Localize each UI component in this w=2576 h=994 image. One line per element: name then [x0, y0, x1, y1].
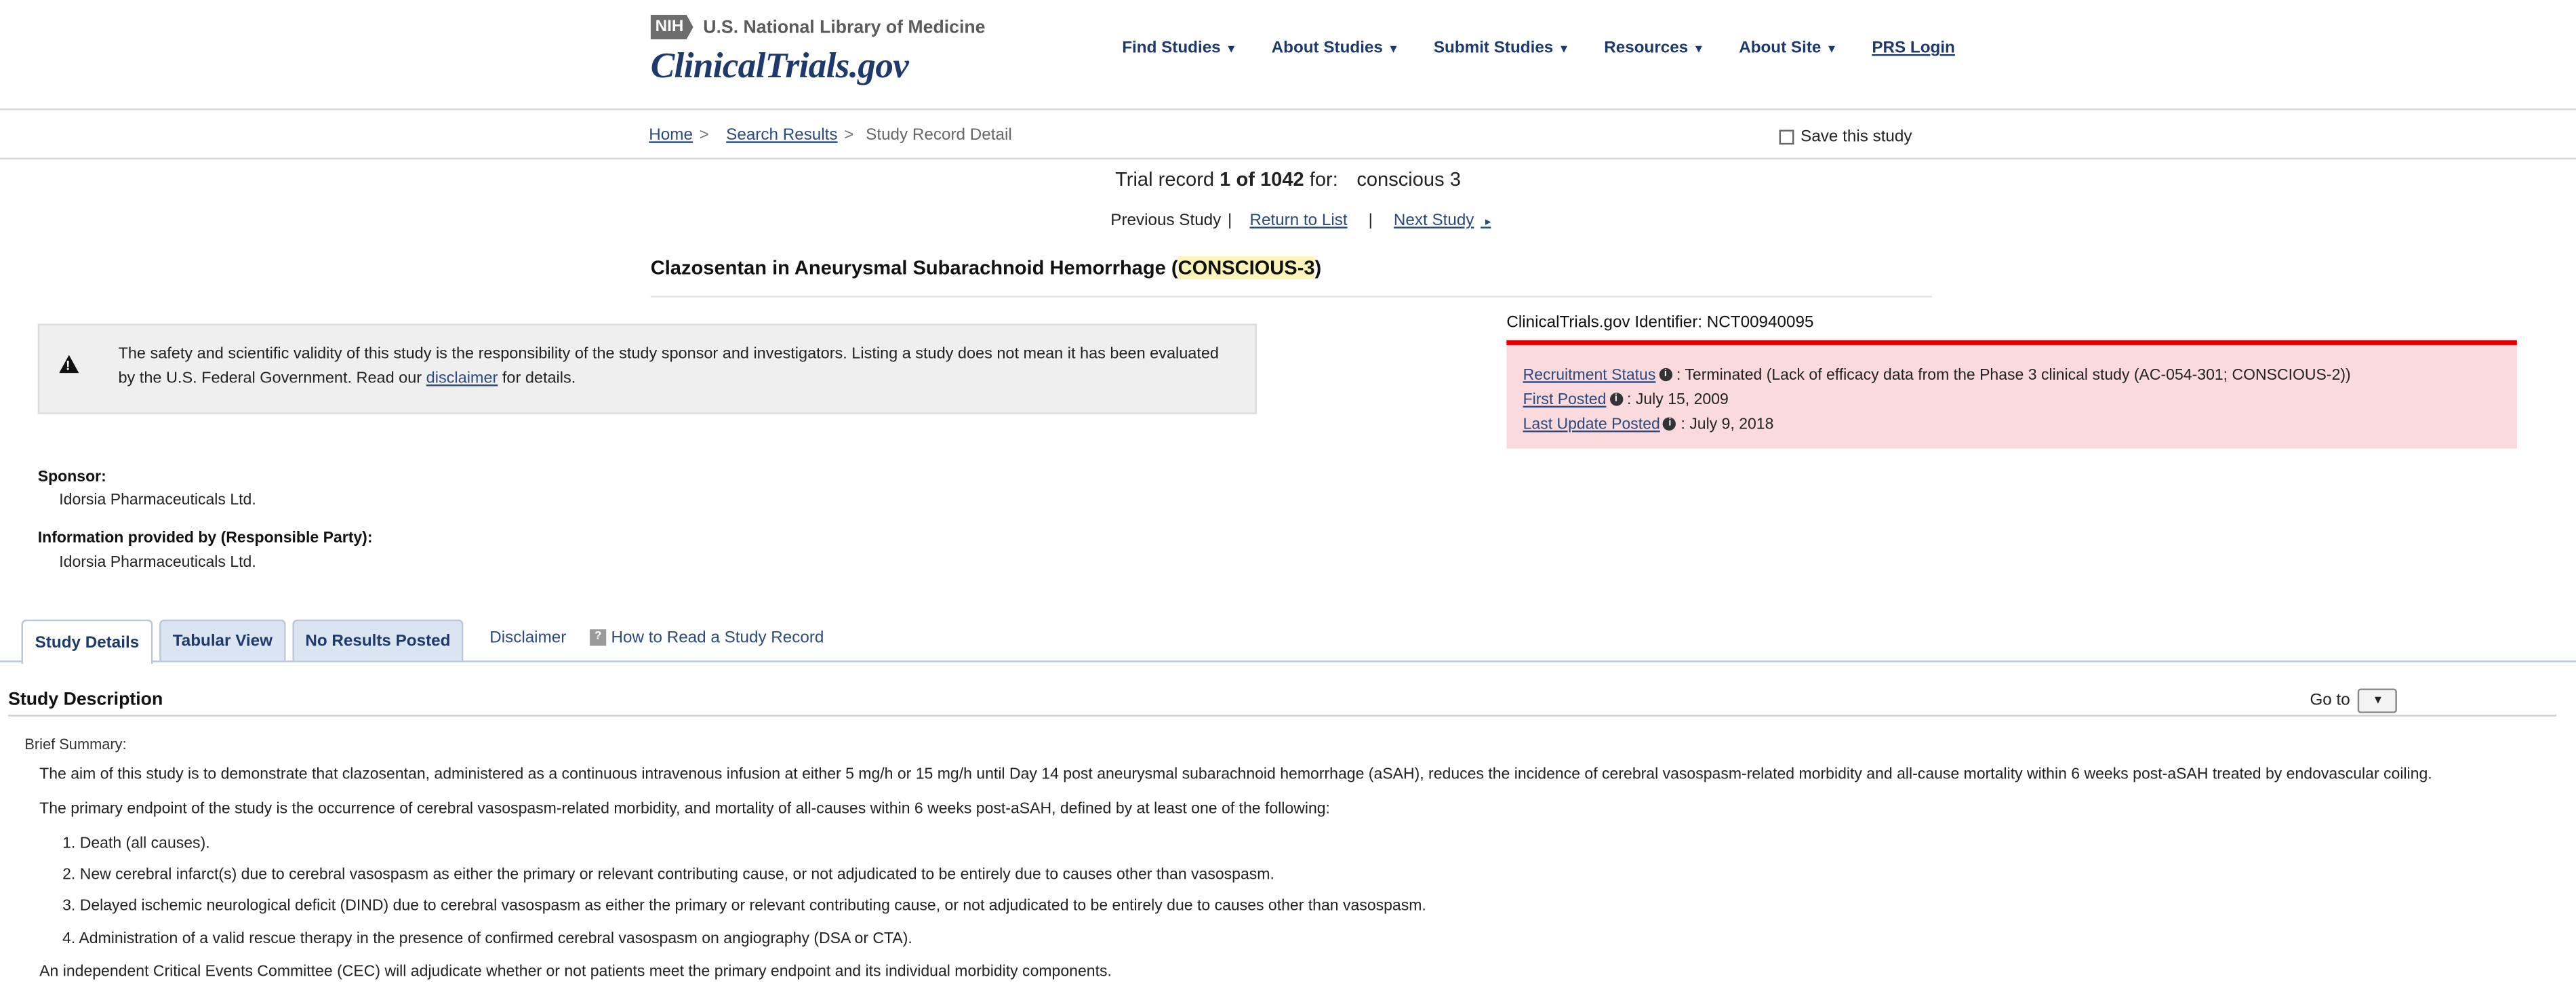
breadcrumb-home[interactable]: Home	[649, 127, 693, 145]
study-identifier: ClinicalTrials.gov Identifier: NCT009400…	[1506, 313, 1814, 332]
section-divider	[8, 715, 2556, 717]
tabs-divider	[0, 660, 2576, 662]
nav-resources[interactable]: Resources ▼	[1604, 39, 1704, 58]
info-icon[interactable]: i	[1609, 393, 1623, 407]
list-item: 1. Death (all causes).	[62, 835, 210, 853]
warning-icon	[59, 355, 79, 374]
caret-down-icon: ▼	[1388, 44, 1399, 56]
trial-record-line: Trial record 1 of 1042 for: conscious 3	[0, 167, 2576, 191]
return-to-list-link[interactable]: Return to List	[1249, 212, 1347, 231]
info-icon[interactable]: i	[1659, 369, 1672, 382]
responsible-party-label: Information provided by (Responsible Par…	[37, 529, 373, 548]
status-box: Recruitment Status i : Terminated (Lack o…	[1506, 340, 2517, 449]
disclaimer-link[interactable]: disclaimer	[426, 370, 498, 388]
caret-down-icon: ▼	[1558, 44, 1570, 56]
how-to-read-link[interactable]: ? How to Read a Study Record	[590, 629, 824, 648]
list-item: 4. Administration of a valid rescue ther…	[62, 930, 912, 949]
summary-paragraph: An independent Critical Events Committee…	[39, 963, 1112, 981]
previous-study: Previous Study	[1110, 212, 1222, 231]
study-title: Clazosentan in Aneurysmal Subarachnoid H…	[650, 256, 1322, 279]
recruitment-status: Recruitment Status i : Terminated (Lack o…	[1523, 366, 2351, 385]
disclaimer-box: The safety and scientific validity of th…	[37, 323, 1257, 414]
breadcrumb: Home > Search Results > Study Record Detai…	[0, 108, 2576, 160]
search-highlight: CONSCIOUS-3	[1178, 256, 1315, 279]
tab-study-details[interactable]: Study Details	[21, 619, 153, 664]
nav-about-studies[interactable]: About Studies ▼	[1272, 39, 1399, 58]
caret-down-icon: ▼	[1225, 44, 1237, 56]
responsible-party-value: Idorsia Pharmaceuticals Ltd.	[59, 553, 256, 572]
save-study-label: Save this study	[1800, 128, 1912, 146]
brief-summary-label: Brief Summary:	[24, 736, 127, 753]
info-icon[interactable]: i	[1663, 418, 1677, 432]
sponsor-value: Idorsia Pharmaceuticals Ltd.	[59, 491, 256, 510]
nih-name: U.S. National Library of Medicine	[703, 17, 986, 37]
site-logo[interactable]: ClinicalTrials.gov	[651, 44, 909, 87]
next-study-link[interactable]: Next Study ▸	[1394, 212, 1497, 231]
help-icon: ?	[590, 630, 607, 647]
trial-record-position: 1 of 1042	[1220, 167, 1304, 191]
breadcrumb-current: Study Record Detail	[866, 126, 1012, 145]
nih-logo-icon: NIH	[650, 14, 693, 40]
recruitment-status-link[interactable]: Recruitment Status	[1523, 366, 1656, 384]
site-header: NIH U.S. National Library of Medicine Cl…	[0, 0, 2576, 111]
list-item: 2. New cerebral infarct(s) due to cerebr…	[62, 866, 1274, 884]
nih-branding[interactable]: NIH U.S. National Library of Medicine	[650, 14, 986, 40]
first-posted: First Posted i : July 15, 2009	[1523, 391, 1729, 410]
breadcrumb-search-results[interactable]: Search Results	[726, 127, 837, 145]
section-title: Study Description	[8, 690, 163, 710]
nav-about-site[interactable]: About Site ▼	[1739, 39, 1837, 58]
breadcrumb-separator: >	[844, 126, 854, 145]
first-posted-link[interactable]: First Posted	[1523, 391, 1607, 410]
prs-login-link[interactable]: PRS Login	[1872, 39, 1955, 58]
tab-tabular-view[interactable]: Tabular View	[159, 619, 286, 661]
nct-number: NCT00940095	[1706, 313, 1814, 332]
search-term: conscious 3	[1356, 167, 1461, 191]
trial-record-prefix: Trial record	[1115, 167, 1215, 191]
goto-menu: Go to ▼	[2310, 688, 2398, 713]
tab-no-results-posted[interactable]: No Results Posted	[292, 619, 464, 661]
summary-paragraph: The primary endpoint of the study is the…	[39, 800, 1330, 818]
nav-find-studies[interactable]: Find Studies ▼	[1122, 39, 1236, 58]
save-study[interactable]: Save this study	[1779, 128, 1912, 146]
tab-disclaimer[interactable]: Disclaimer	[489, 629, 566, 648]
save-study-checkbox[interactable]	[1779, 130, 1794, 145]
caret-down-icon: ▼	[1826, 44, 1838, 56]
top-nav: Find Studies ▼ About Studies ▼ Submit Stud…	[1122, 39, 1990, 58]
sponsor-label: Sponsor:	[37, 468, 106, 487]
last-update-link[interactable]: Last Update Posted	[1523, 416, 1660, 434]
list-item: 3. Delayed ischemic neurological deficit…	[62, 897, 1426, 915]
next-arrow-icon: ▸	[1485, 216, 1491, 228]
divider	[650, 296, 1933, 298]
last-update-posted: Last Update Posted i : July 9, 2018	[1523, 416, 1774, 434]
goto-dropdown-button[interactable]: ▼	[2358, 688, 2398, 713]
goto-label: Go to	[2310, 692, 2350, 710]
caret-down-icon: ▼	[1693, 44, 1705, 56]
breadcrumb-separator: >	[699, 126, 709, 145]
study-pager: Previous Study | Return to List | Next St…	[1110, 212, 1497, 231]
nav-submit-studies[interactable]: Submit Studies ▼	[1434, 39, 1570, 58]
summary-paragraph: The aim of this study is to demonstrate …	[39, 766, 2432, 784]
trial-record-for: for:	[1309, 167, 1338, 191]
disclaimer-text: The safety and scientific validity of th…	[118, 344, 1219, 388]
